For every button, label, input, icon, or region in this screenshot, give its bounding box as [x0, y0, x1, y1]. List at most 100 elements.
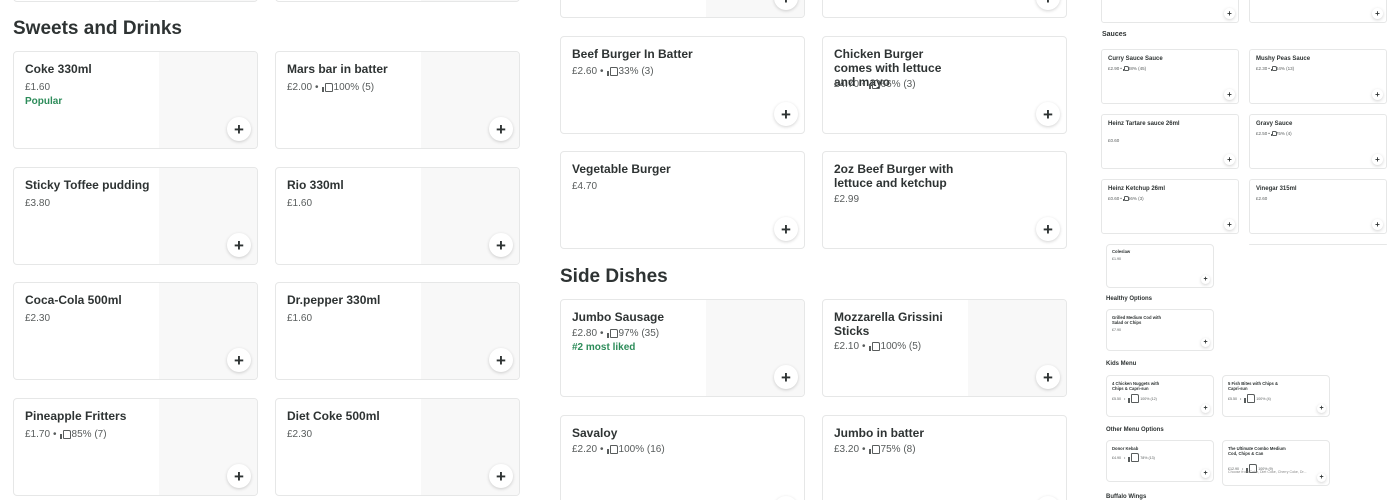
add-item-button[interactable]: + — [1317, 473, 1326, 482]
item-rating: 85% (7) — [71, 429, 107, 440]
add-item-button[interactable]: + — [774, 217, 798, 241]
thumbs-up-icon — [1270, 130, 1277, 136]
menu-item-card[interactable]: Vegetable Burger £4.70 + — [560, 151, 805, 249]
add-item-button[interactable]: + — [1201, 404, 1210, 413]
menu-item-card[interactable] — [275, 0, 520, 2]
item-name: 4 Chicken Nuggets with Chips & Capri-sun — [1112, 381, 1160, 391]
item-price: £2.60 — [572, 66, 598, 77]
item-rating: 100% (16) — [618, 444, 665, 455]
add-item-button[interactable]: + — [489, 233, 513, 257]
item-price: £2.20 — [572, 444, 598, 455]
menu-item-card[interactable]: Pineapple Fritters £1.70 • 85% (7) + — [13, 398, 258, 496]
add-item-button[interactable]: + — [1036, 0, 1060, 10]
item-rating: 66% (3) — [1127, 196, 1144, 201]
menu-item-card[interactable]: + — [1249, 0, 1387, 23]
add-item-button[interactable]: + — [489, 117, 513, 141]
menu-item-card[interactable]: + — [560, 0, 805, 18]
item-meta: £2.00 • 100% (5) — [287, 82, 375, 93]
menu-item-card[interactable]: Beef Burger In Batter £2.60 • 33% (3) + — [560, 36, 805, 134]
item-price: £2.90 — [1108, 66, 1120, 71]
item-name: Savaloy — [572, 426, 618, 440]
menu-item-card[interactable]: Heinz Ketchup 26ml £0.60 • 66% (3) + — [1101, 179, 1239, 234]
item-name: Curry Sauce Sauce — [1108, 56, 1163, 62]
menu-item-card[interactable]: Coleslaw £1.90 + — [1106, 244, 1214, 288]
add-item-button[interactable]: + — [1036, 496, 1060, 500]
add-item-button[interactable]: + — [227, 233, 251, 257]
menu-item-card[interactable]: Dr.pepper 330ml £1.60 + — [275, 282, 520, 380]
menu-item-card[interactable]: + — [1101, 0, 1239, 23]
item-meta: £2.80 • 97% (35) — [572, 328, 660, 339]
add-item-button[interactable]: + — [1317, 404, 1326, 413]
menu-item-card[interactable]: Mozzarella Grissini Sticks £2.10 • 100% (5… — [822, 299, 1067, 397]
menu-item-card[interactable]: + — [822, 0, 1067, 18]
menu-item-card[interactable]: 5 Fish Bites with Chips & Capri-sun £5.5… — [1222, 375, 1330, 417]
menu-item-card[interactable]: Mushy Peas Sauce £2.30 • 84% (13) + — [1249, 49, 1387, 104]
add-item-button[interactable]: + — [1201, 275, 1210, 284]
add-item-button[interactable]: + — [489, 464, 513, 488]
section-title-other: Other Menu Options — [1106, 427, 1164, 433]
menu-item-card[interactable]: Savaloy £2.20•100% (16) + — [560, 415, 805, 500]
menu-item-card[interactable]: Sticky Toffee pudding £3.80 + — [13, 167, 258, 265]
menu-item-card[interactable]: Curry Sauce Sauce £2.90 • 88% (45) + — [1101, 49, 1239, 104]
add-item-button[interactable]: + — [1224, 154, 1235, 165]
menu-item-card[interactable]: Heinz Tartare sauce 26ml £0.60 + — [1101, 114, 1239, 169]
add-item-button[interactable]: + — [227, 464, 251, 488]
item-description: Choose from Coke, Diet Coke, Cherry Coke… — [1228, 470, 1307, 474]
add-item-button[interactable]: + — [774, 102, 798, 126]
menu-item-card[interactable]: Jumbo Sausage £2.80 • 97% (35) #2 most lik… — [560, 299, 805, 397]
menu-item-card[interactable]: Coke 330ml £1.60 Popular + — [13, 51, 258, 149]
thumbs-up-icon — [1128, 394, 1140, 403]
item-price: £1.90 — [1112, 257, 1121, 261]
item-price: £2.60 — [1256, 196, 1268, 201]
add-item-button[interactable]: + — [1372, 154, 1383, 165]
thumbs-up-icon — [1128, 453, 1140, 462]
item-price: £1.60 — [287, 313, 313, 324]
menu-item-card[interactable]: Jumbo in batter £3.20•75% (8) + — [822, 415, 1067, 500]
item-meta: £7.90 — [1112, 328, 1121, 332]
item-meta: £2.20 • 100% (16) — [572, 444, 665, 455]
menu-item-card[interactable]: Coca-Cola 500ml £2.30 + — [13, 282, 258, 380]
add-item-button[interactable]: + — [1224, 89, 1235, 100]
item-price: £7.90 — [1112, 328, 1121, 332]
thumbs-up-icon — [606, 67, 618, 76]
menu-item-card[interactable]: Mars bar in batter £2.00 • 100% (5) + — [275, 51, 520, 149]
add-item-button[interactable]: + — [227, 117, 251, 141]
section-title-sauces: Sauces — [1102, 31, 1127, 38]
add-item-button[interactable]: + — [489, 348, 513, 372]
menu-item-card[interactable] — [13, 0, 258, 2]
menu-item-card[interactable]: The Ultimate Combo Medium Cod, Chips & C… — [1222, 440, 1330, 486]
add-item-button[interactable]: + — [1036, 102, 1060, 126]
add-item-button[interactable]: + — [774, 496, 798, 500]
add-item-button[interactable]: + — [1036, 365, 1060, 389]
item-meta: £5.50 • 100% (4) — [1228, 394, 1271, 403]
menu-item-card[interactable]: Diet Coke 500ml £2.30 + — [275, 398, 520, 496]
add-item-button[interactable]: + — [1201, 338, 1210, 347]
item-price: £2.80 — [572, 328, 598, 339]
add-item-button[interactable]: + — [1372, 89, 1383, 100]
menu-item-card[interactable]: Grilled Medium Cod with Salad or Chips £… — [1106, 309, 1214, 351]
add-item-button[interactable]: + — [1201, 469, 1210, 478]
menu-item-card[interactable]: Vinegar 315ml £2.60 + — [1249, 179, 1387, 234]
add-item-button[interactable]: + — [227, 348, 251, 372]
add-item-button[interactable]: + — [1036, 217, 1060, 241]
menu-item-card[interactable]: Chicken Burger comes with lettuce and ma… — [822, 36, 1067, 134]
add-item-button[interactable]: + — [774, 365, 798, 389]
menu-item-card[interactable]: 2oz Beef Burger with lettuce and ketchup… — [822, 151, 1067, 249]
thumbs-up-icon — [606, 329, 618, 338]
add-item-button[interactable]: + — [1372, 219, 1383, 230]
menu-item-card[interactable]: Donor Kebab £4.90 • 78% (13) + — [1106, 440, 1214, 482]
item-price: £4.70 — [834, 79, 860, 90]
item-meta: £1.70 • 85% (7) — [25, 429, 107, 440]
item-price: £2.10 — [834, 341, 860, 352]
item-name: Pineapple Fritters — [25, 409, 127, 423]
item-name: Sticky Toffee pudding — [25, 178, 150, 192]
menu-item-card[interactable]: Rio 330ml £1.60 + — [275, 167, 520, 265]
add-item-button[interactable]: + — [1224, 8, 1235, 19]
menu-item-card[interactable]: Gravy Sauce £2.50 • 75% (4) + — [1249, 114, 1387, 169]
add-item-button[interactable]: + — [1224, 219, 1235, 230]
most-liked-badge: #2 most liked — [572, 342, 636, 353]
item-name: Vinegar 315ml — [1256, 186, 1297, 192]
add-item-button[interactable]: + — [1372, 8, 1383, 19]
item-rating: 75% (8) — [880, 444, 916, 455]
menu-item-card[interactable]: 4 Chicken Nuggets with Chips & Capri-sun… — [1106, 375, 1214, 417]
